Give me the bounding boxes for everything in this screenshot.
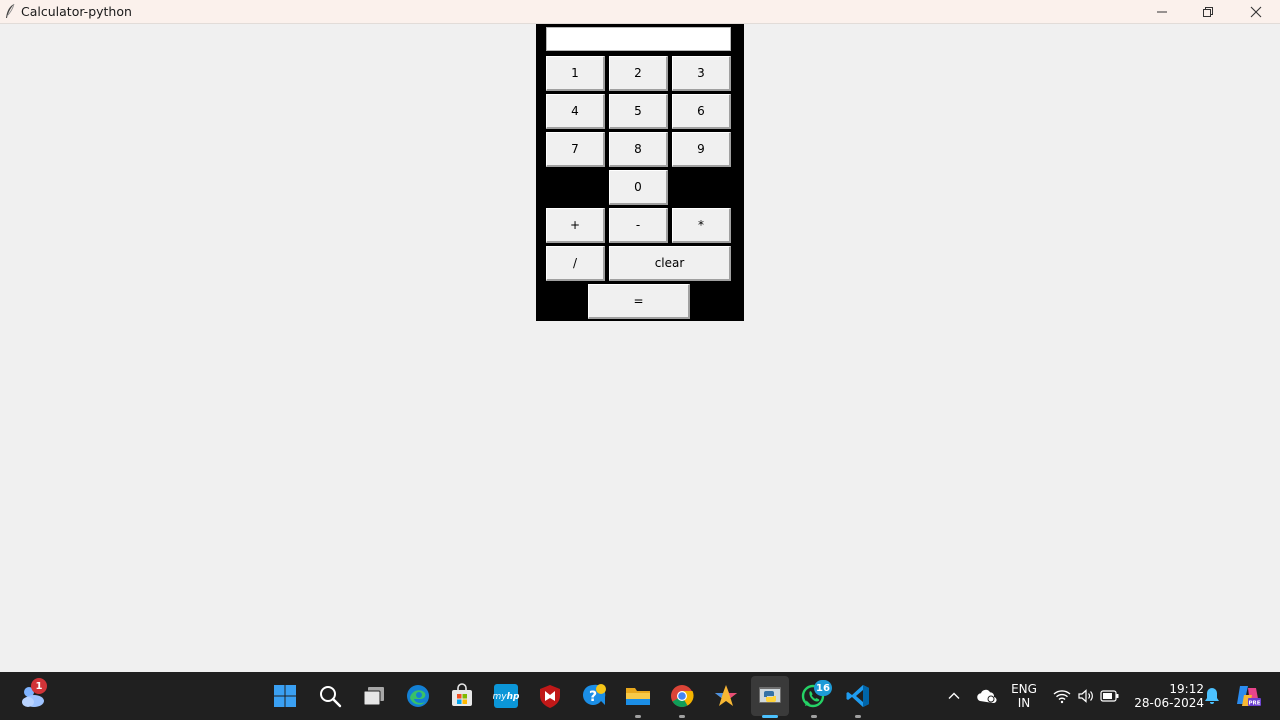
- battery-icon[interactable]: [1094, 680, 1126, 712]
- button-1[interactable]: 1: [546, 56, 605, 91]
- notification-bell-icon[interactable]: [1196, 680, 1228, 712]
- button-2[interactable]: 2: [609, 56, 668, 91]
- explorer-running-indicator: [635, 715, 641, 718]
- region-code: IN: [1017, 696, 1031, 710]
- button-9[interactable]: 9: [672, 132, 731, 167]
- edge-icon[interactable]: [402, 680, 434, 712]
- chevron-up-icon[interactable]: [938, 680, 970, 712]
- help-icon[interactable]: ?: [579, 680, 611, 712]
- button-4[interactable]: 4: [546, 94, 605, 129]
- clock-date: 28-06-2024: [1134, 696, 1204, 710]
- minus-button[interactable]: -: [609, 208, 668, 243]
- calculator-frame: 1 2 3 4 5 6 7 8 9 0 + - * / clear =: [536, 24, 744, 321]
- search-icon[interactable]: [314, 680, 346, 712]
- clock[interactable]: 19:12 28-06-2024: [1128, 682, 1204, 710]
- svg-text:?: ?: [589, 689, 597, 705]
- restore-icon: [1203, 6, 1213, 17]
- svg-text:PRE: PRE: [1248, 701, 1260, 707]
- language-indicator[interactable]: ENG IN: [1008, 682, 1040, 710]
- file-explorer-icon[interactable]: [622, 680, 654, 712]
- start-icon[interactable]: [269, 680, 301, 712]
- vscode-icon[interactable]: [842, 680, 874, 712]
- chrome-running-indicator: [679, 715, 685, 718]
- button-7[interactable]: 7: [546, 132, 605, 167]
- store-icon[interactable]: [446, 680, 478, 712]
- client-area: 1 2 3 4 5 6 7 8 9 0 + - * / clear =: [0, 24, 1280, 672]
- copilot-icon[interactable]: PRE: [1232, 680, 1264, 712]
- close-icon: [1250, 6, 1262, 17]
- button-5[interactable]: 5: [609, 94, 668, 129]
- clock-time: 19:12: [1169, 682, 1204, 696]
- vscode-running-indicator: [855, 715, 861, 718]
- minimize-button[interactable]: [1139, 0, 1185, 23]
- onedrive-icon[interactable]: [970, 680, 1002, 712]
- language-code: ENG: [1011, 682, 1037, 696]
- equals-button[interactable]: =: [588, 284, 690, 319]
- svg-text:myhp: myhp: [493, 692, 519, 702]
- multiply-button[interactable]: *: [672, 208, 731, 243]
- clear-button[interactable]: clear: [609, 246, 731, 281]
- plus-button[interactable]: +: [546, 208, 605, 243]
- myhp-icon[interactable]: myhp: [490, 680, 522, 712]
- python-running-indicator: [762, 715, 778, 718]
- app-window: Calculator-python 1 2 3 4 5 6 7 8 9 0 + …: [0, 0, 1280, 672]
- whatsapp-running-indicator: [811, 715, 817, 718]
- whatsapp-badge: 16: [814, 680, 832, 696]
- task-view-icon[interactable]: [358, 680, 390, 712]
- minimize-icon: [1157, 11, 1167, 12]
- feather-icon: [4, 3, 16, 20]
- button-6[interactable]: 6: [672, 94, 731, 129]
- mcafee-icon[interactable]: [534, 680, 566, 712]
- title-bar[interactable]: Calculator-python: [0, 0, 1280, 24]
- window-title: Calculator-python: [21, 4, 132, 19]
- chrome-icon[interactable]: [666, 680, 698, 712]
- python-icon[interactable]: [754, 680, 786, 712]
- button-8[interactable]: 8: [609, 132, 668, 167]
- taskbar: 1 myhp ? 16 ENG IN 19:12 28-06-2024 PRE: [0, 672, 1280, 720]
- calculator-display[interactable]: [546, 27, 731, 51]
- divide-button[interactable]: /: [546, 246, 605, 281]
- button-0[interactable]: 0: [609, 170, 668, 205]
- star-app-icon[interactable]: [710, 680, 742, 712]
- restore-button[interactable]: [1185, 0, 1231, 23]
- button-3[interactable]: 3: [672, 56, 731, 91]
- weather-badge: 1: [31, 678, 47, 694]
- close-button[interactable]: [1233, 0, 1279, 23]
